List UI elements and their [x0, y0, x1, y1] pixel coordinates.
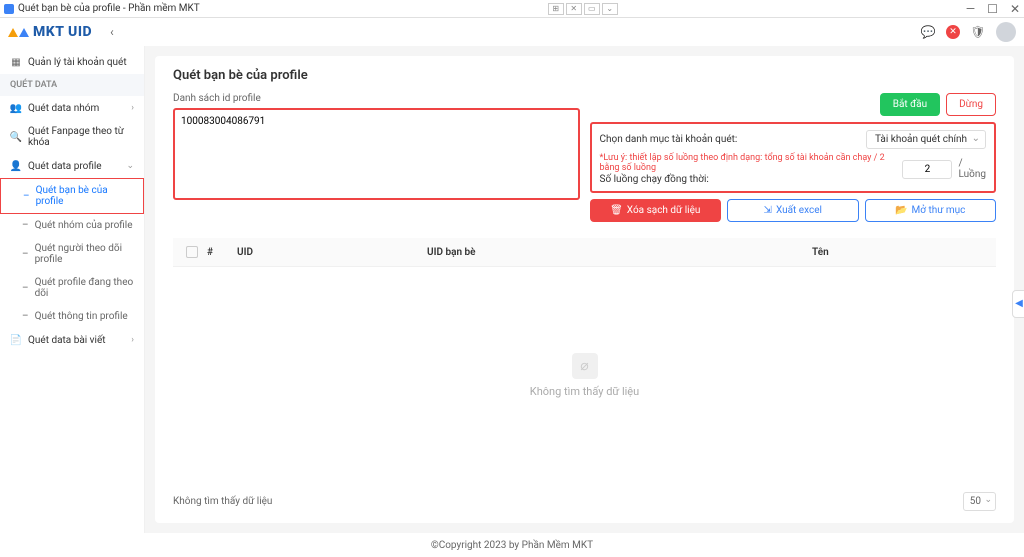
avatar[interactable]	[996, 22, 1016, 42]
app-logo: MKT UID	[8, 24, 92, 40]
account-select[interactable]: Tài khoản quét chính	[866, 130, 986, 149]
win-state-1[interactable]: ⊞	[548, 3, 564, 15]
dash-icon: –	[22, 311, 29, 322]
window-maximize-button[interactable]: ☐	[987, 2, 998, 16]
export-icon: ⇲	[764, 205, 772, 216]
sidebar-label: Quét data profile	[28, 161, 102, 172]
sidebar-item-data-profile[interactable]: 👤 Quét data profile ⌄	[0, 154, 144, 178]
sidebar-item-ban-be[interactable]: – Quét bạn bè của profile	[0, 178, 144, 214]
folder-label: Mở thư mục	[912, 205, 966, 216]
sidebar-label: Quét profile đang theo dõi	[35, 277, 134, 299]
sidebar-item-nhom-profile[interactable]: – Quét nhóm của profile	[0, 214, 144, 237]
window-close-button[interactable]: ✕	[1010, 2, 1020, 16]
config-box: Chọn danh mục tài khoản quét: Tài khoản …	[590, 122, 997, 193]
sidebar-label: Quét bạn bè của profile	[36, 185, 133, 207]
window-minimize-button[interactable]: —	[966, 2, 975, 16]
dash-icon: –	[23, 191, 30, 202]
folder-icon: 📂	[895, 205, 907, 216]
empty-text: Không tìm thấy dữ liệu	[530, 385, 639, 398]
win-state-2[interactable]: ✕	[566, 3, 582, 15]
col-uid: UID	[237, 247, 427, 258]
document-icon: 📄	[10, 334, 22, 346]
dash-icon: –	[22, 283, 29, 294]
col-seq: #	[207, 247, 237, 258]
col-uid-friend: UID bạn bè	[427, 247, 812, 258]
window-title: Quét bạn bè của profile - Phần mềm MKT	[18, 3, 200, 14]
sidebar-collapse-button[interactable]: ‹	[110, 25, 114, 39]
dash-icon: –	[22, 249, 29, 260]
win-state-4[interactable]: ⌄	[602, 3, 618, 15]
page-size-select[interactable]: 50	[963, 492, 996, 511]
id-list-textarea[interactable]	[173, 108, 580, 200]
topbar: MKT UID ‹ 💬 ✕ 🛡	[0, 18, 1024, 46]
logo-triangle-2	[19, 28, 29, 37]
threads-input[interactable]	[902, 160, 952, 179]
sidebar-item-fanpage[interactable]: 🔍 Quét Fanpage theo từ khóa	[0, 120, 144, 154]
shield-icon[interactable]: 🛡	[970, 24, 986, 40]
sidebar-item-nguoi-theo-doi[interactable]: – Quét người theo dõi profile	[0, 237, 144, 271]
users-icon: 👥	[10, 102, 22, 114]
sidebar-item-dang-theo-doi[interactable]: – Quét profile đang theo dõi	[0, 271, 144, 305]
page-title: Quét bạn bè của profile	[173, 68, 996, 83]
sidebar-item-bai-viet[interactable]: 📄 Quét data bài viết ›	[0, 328, 144, 352]
logo-triangle-1	[8, 28, 18, 37]
stop-button[interactable]: Dừng	[946, 93, 996, 116]
col-name: Tên	[812, 247, 992, 258]
window-state-icons: ⊞ ✕ ▭ ⌄	[548, 3, 618, 15]
chevron-right-icon: ›	[131, 335, 134, 345]
sidebar-item-thong-tin[interactable]: – Quét thông tin profile	[0, 305, 144, 328]
main-content: Quét bạn bè của profile Danh sách id pro…	[145, 46, 1024, 533]
window-titlebar: Quét bạn bè của profile - Phần mềm MKT ⊞…	[0, 0, 1024, 18]
empty-state: ⌀ Không tìm thấy dữ liệu	[173, 267, 996, 484]
sidebar-item-manage-accounts[interactable]: ▦ Quản lý tài khoản quét	[0, 50, 144, 74]
threads-label: Số luồng chạy đồng thời:	[600, 174, 903, 185]
chevron-right-icon: ›	[131, 103, 134, 113]
trash-icon: 🗑	[610, 205, 623, 216]
chevron-down-icon: ⌄	[126, 161, 134, 171]
warning-text: *Lưu ý: thiết lập số luồng theo định dạn…	[600, 153, 903, 173]
logo-text: MKT UID	[33, 24, 92, 40]
export-label: Xuất excel	[776, 205, 822, 216]
clear-label: Xóa sạch dữ liệu	[627, 205, 701, 216]
sidebar-section-header: QUÉT DATA	[0, 74, 144, 96]
app-icon	[4, 4, 14, 14]
select-account-label: Chọn danh mục tài khoản quét:	[600, 134, 738, 145]
footer-no-data: Không tìm thấy dữ liệu	[173, 496, 272, 507]
select-all-checkbox[interactable]	[186, 246, 198, 258]
sidebar-label: Quét thông tin profile	[35, 311, 128, 322]
sidebar-item-data-nhom[interactable]: 👥 Quét data nhóm ›	[0, 96, 144, 120]
sidebar-label: Quét nhóm của profile	[35, 220, 133, 231]
footer: ©Copyright 2023 by Phần Mềm MKT	[0, 533, 1024, 557]
export-excel-button[interactable]: ⇲ Xuất excel	[727, 199, 859, 222]
empty-icon: ⌀	[572, 353, 598, 379]
copyright-text: ©Copyright 2023 by Phần Mềm MKT	[431, 540, 593, 551]
threads-suffix: / Luồng	[958, 158, 986, 180]
sidebar: ▦ Quản lý tài khoản quét QUÉT DATA 👥 Qué…	[0, 46, 145, 533]
start-button[interactable]: Bắt đầu	[880, 93, 940, 116]
side-tab-handle[interactable]: ◀	[1012, 290, 1024, 318]
user-icon: 👤	[10, 160, 22, 172]
sidebar-label: Quản lý tài khoản quét	[28, 57, 127, 68]
message-icon[interactable]: 💬	[920, 24, 936, 40]
data-table: # UID UID bạn bè Tên ⌀ Không tìm thấy dữ…	[173, 238, 996, 511]
sidebar-label: Quét data nhóm	[28, 103, 99, 114]
close-red-icon[interactable]: ✕	[946, 25, 960, 39]
id-list-label: Danh sách id profile	[173, 93, 580, 104]
sidebar-label: Quét Fanpage theo từ khóa	[28, 126, 134, 148]
grid-icon: ▦	[10, 56, 22, 68]
win-state-3[interactable]: ▭	[584, 3, 600, 15]
sidebar-label: Quét người theo dõi profile	[35, 243, 134, 265]
open-folder-button[interactable]: 📂 Mở thư mục	[865, 199, 997, 222]
sidebar-label: Quét data bài viết	[28, 335, 106, 346]
dash-icon: –	[22, 220, 29, 231]
search-icon: 🔍	[10, 131, 22, 143]
clear-data-button[interactable]: 🗑 Xóa sạch dữ liệu	[590, 199, 722, 222]
